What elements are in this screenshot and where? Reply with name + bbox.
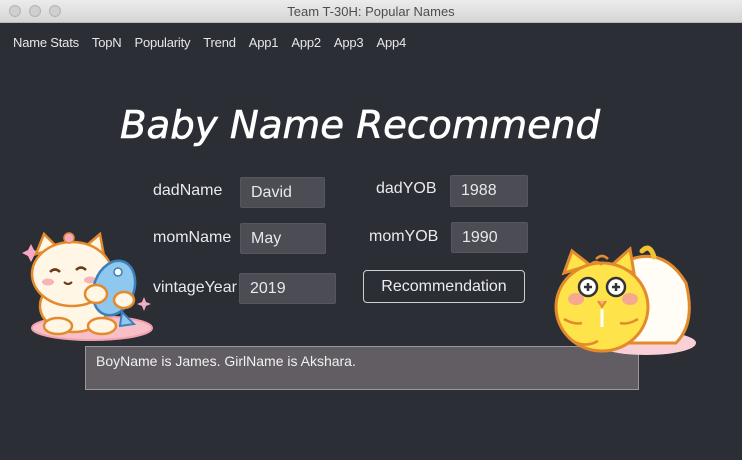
page-title-text: Baby Name Recommend bbox=[120, 103, 601, 147]
window-title: Team T-30H: Popular Names bbox=[287, 4, 455, 19]
vintage-year-label: vintageYear bbox=[153, 279, 237, 296]
app-window: Team T-30H: Popular Names Name Stats Top… bbox=[0, 0, 742, 460]
dad-name-field[interactable] bbox=[240, 177, 325, 208]
menu-app2[interactable]: App2 bbox=[291, 35, 321, 50]
menu-app1[interactable]: App1 bbox=[249, 35, 279, 50]
menu-app4[interactable]: App4 bbox=[376, 35, 406, 50]
vintage-year-field[interactable] bbox=[239, 273, 336, 304]
menu-topn[interactable]: TopN bbox=[92, 35, 122, 50]
mom-yob-label: momYOB bbox=[369, 228, 439, 245]
cat-with-fish-icon bbox=[22, 231, 153, 341]
mom-yob-field[interactable] bbox=[451, 222, 528, 253]
page-title: Baby Name Recommend bbox=[120, 103, 601, 148]
recommendation-button[interactable]: Recommendation bbox=[363, 270, 525, 303]
dad-name-label: dadName bbox=[153, 182, 223, 199]
menu-trend[interactable]: Trend bbox=[203, 35, 236, 50]
menu-app3[interactable]: App3 bbox=[334, 35, 364, 50]
menu-popularity[interactable]: Popularity bbox=[134, 35, 190, 50]
menu-name-stats[interactable]: Name Stats bbox=[13, 35, 79, 50]
yellow-cat-in-bowl-icon bbox=[554, 245, 696, 355]
mom-name-label: momName bbox=[153, 229, 232, 246]
mom-name-field[interactable] bbox=[240, 223, 326, 254]
menu-bar: Name Stats TopN Popularity Trend App1 Ap… bbox=[13, 35, 419, 50]
title-bar: Team T-30H: Popular Names bbox=[0, 0, 742, 23]
dad-yob-label: dadYOB bbox=[376, 180, 437, 197]
dad-yob-field[interactable] bbox=[450, 175, 528, 207]
